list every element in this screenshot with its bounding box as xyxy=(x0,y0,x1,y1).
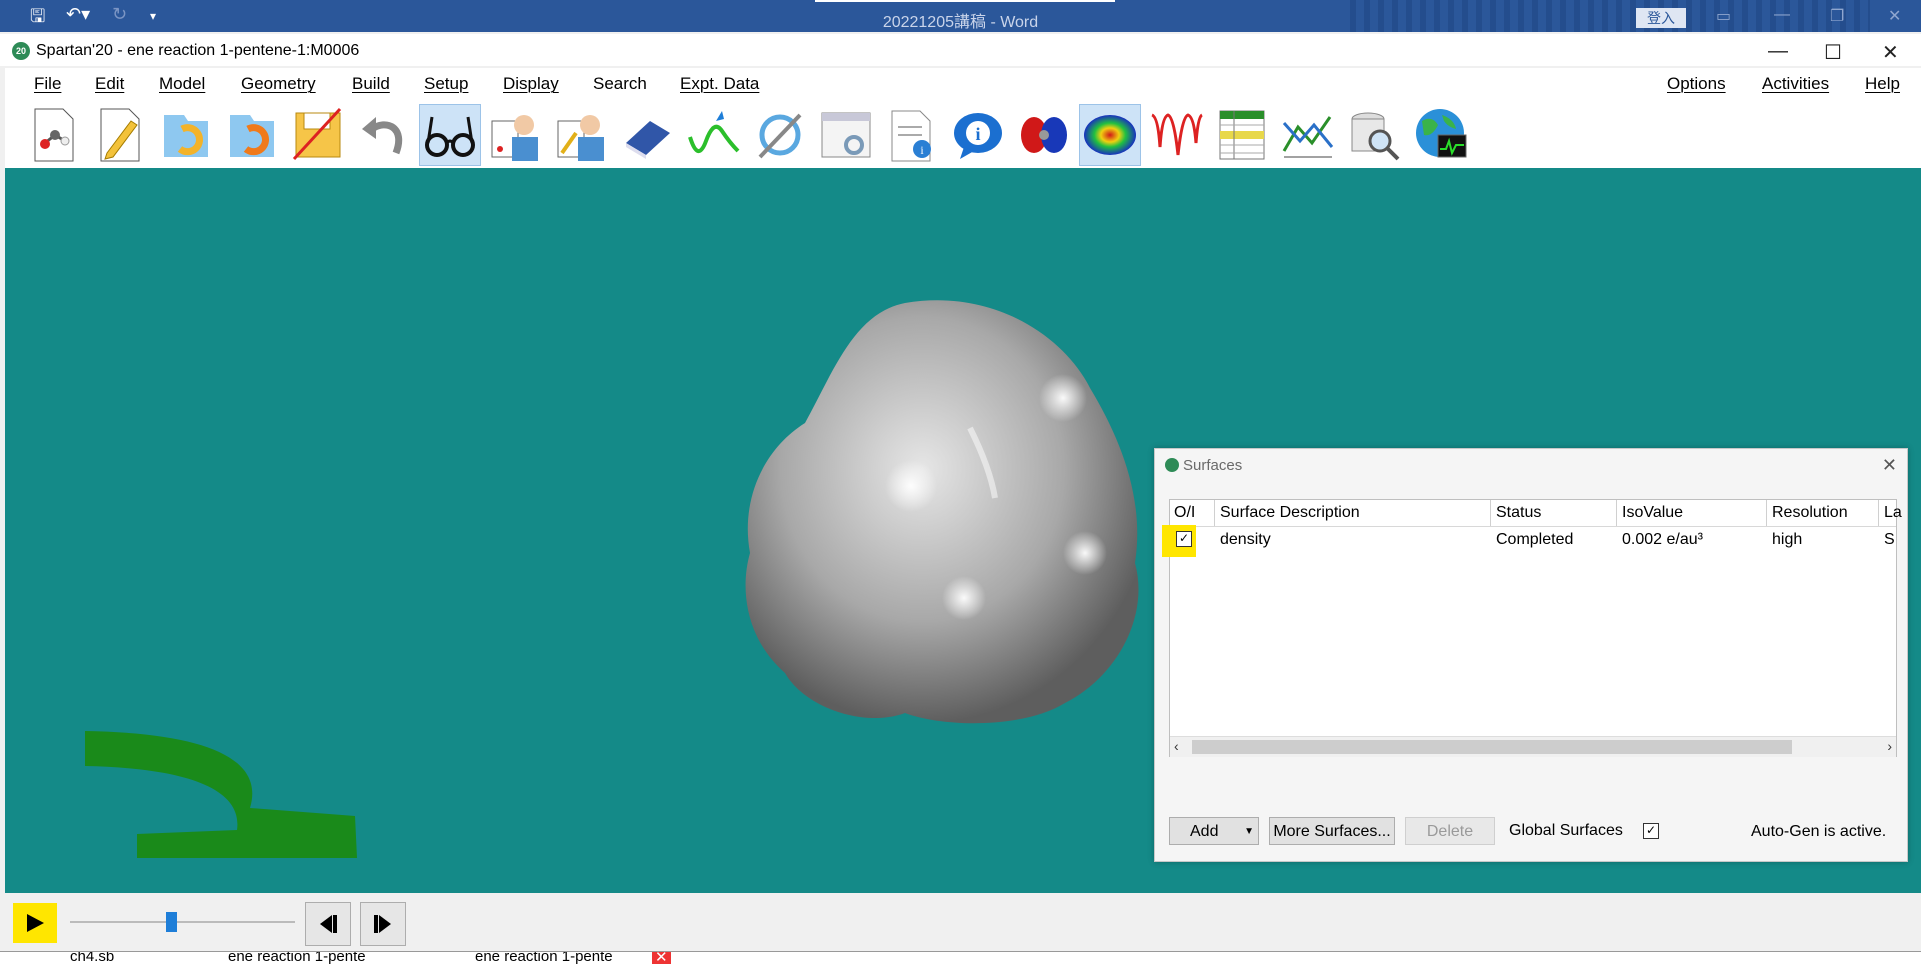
surfaces-table: O/I Surface Description Status IsoValue … xyxy=(1162,499,1902,757)
spreadsheet-icon[interactable] xyxy=(1211,104,1273,166)
surfaces-icon[interactable] xyxy=(1079,104,1141,166)
word-close-icon[interactable]: ✕ xyxy=(1888,6,1901,26)
save-icon[interactable] xyxy=(287,104,349,166)
web-globe-icon[interactable] xyxy=(1409,104,1471,166)
surface-description: density xyxy=(1220,531,1271,548)
menu-build[interactable]: Build xyxy=(352,74,390,94)
document-tabs: ch4.sb ene reaction 1-pente ene reaction… xyxy=(0,951,1921,964)
col-resolution[interactable]: Resolution xyxy=(1772,504,1848,522)
recent-folder-icon[interactable] xyxy=(221,104,283,166)
delete-button[interactable]: Delete xyxy=(1405,817,1495,845)
scrollbar-thumb[interactable] xyxy=(1192,740,1792,754)
horizontal-scrollbar[interactable]: ‹ › xyxy=(1170,736,1896,757)
table-row[interactable]: ✓ density Completed 0.002 e/au³ high S xyxy=(1162,525,1896,557)
col-la[interactable]: La xyxy=(1884,504,1902,522)
play-button[interactable] xyxy=(13,903,57,943)
surface-status: Completed xyxy=(1496,531,1574,548)
word-title-bar: 🖫 ↶▾ ↻ ▾ 20221205講稿 - Word 登入 ▭ — ❐ ✕ xyxy=(0,0,1921,32)
menu-geometry[interactable]: Geometry xyxy=(241,74,316,94)
toolbar: i i xyxy=(5,100,1921,169)
surface-la: S xyxy=(1884,531,1895,548)
surfaces-dialog: Surfaces ✕ O/I Surface Description Statu… xyxy=(1154,448,1908,862)
menu-help[interactable]: Help xyxy=(1865,74,1900,94)
chevron-down-icon[interactable]: ▼ xyxy=(1244,818,1254,846)
spartan-logo-icon xyxy=(1165,458,1179,472)
tab-ene-reaction-2[interactable]: ene reaction 1-pente xyxy=(475,952,613,964)
col-oi[interactable]: O/I xyxy=(1174,504,1195,522)
annotation-2-marker xyxy=(85,731,357,858)
svg-text:i: i xyxy=(975,124,980,144)
surfaces-close-icon[interactable]: ✕ xyxy=(1882,455,1897,476)
auto-gen-status: Auto-Gen is active. xyxy=(1751,823,1887,840)
undo-icon[interactable] xyxy=(353,104,415,166)
word-document-title: 20221205講稿 - Word xyxy=(882,14,1039,31)
global-surfaces-checkbox[interactable]: ✓ xyxy=(1643,823,1659,839)
scroll-right-icon[interactable]: › xyxy=(1887,738,1892,754)
new-molecule-icon[interactable] xyxy=(23,104,85,166)
surface-resolution: high xyxy=(1772,531,1803,548)
eraser-icon[interactable] xyxy=(617,104,679,166)
energy-profile-icon[interactable] xyxy=(683,104,745,166)
plots-icon[interactable] xyxy=(1277,104,1339,166)
col-description[interactable]: Surface Description xyxy=(1220,504,1360,522)
maximize-icon[interactable]: ☐ xyxy=(1824,40,1842,65)
surfaces-table-header: O/I Surface Description Status IsoValue … xyxy=(1170,500,1902,527)
scroll-left-icon[interactable]: ‹ xyxy=(1174,738,1179,754)
col-status[interactable]: Status xyxy=(1496,504,1541,522)
title-accent-line xyxy=(815,0,1115,2)
edit-icon[interactable] xyxy=(89,104,151,166)
menu-options[interactable]: Options xyxy=(1667,74,1726,94)
open-folder-icon[interactable] xyxy=(155,104,217,166)
menu-activities[interactable]: Activities xyxy=(1762,74,1829,94)
menu-model[interactable]: Model xyxy=(159,74,205,94)
info-icon[interactable]: i xyxy=(947,104,1009,166)
close-icon[interactable]: ✕ xyxy=(1882,40,1899,65)
play-icon xyxy=(27,914,44,932)
menu-display[interactable]: Display xyxy=(503,74,559,94)
word-restore-icon[interactable]: ❐ xyxy=(1830,6,1844,26)
menu-edit[interactable]: Edit xyxy=(95,74,124,94)
step-forward-icon xyxy=(374,915,391,933)
spectra-icon[interactable] xyxy=(1145,104,1207,166)
global-surfaces-label: Global Surfaces xyxy=(1509,822,1623,839)
menu-expt-data[interactable]: Expt. Data xyxy=(680,74,759,94)
surfaces-title-text: Surfaces xyxy=(1183,457,1243,474)
app-title: Spartan'20 - ene reaction 1-pentene-1:M0… xyxy=(36,42,360,59)
add-button-label: Add xyxy=(1190,823,1219,840)
database-search-icon[interactable] xyxy=(1343,104,1405,166)
surfaces-dialog-title: Surfaces xyxy=(1165,457,1242,474)
add-button[interactable]: Add ▼ xyxy=(1169,817,1259,845)
menu-bar: File Edit Model Geometry Build Setup Dis… xyxy=(5,68,1921,100)
menu-setup[interactable]: Setup xyxy=(424,74,468,94)
tab-ch4[interactable]: ch4.sb xyxy=(70,952,114,964)
calculations-icon[interactable] xyxy=(485,104,547,166)
surface-visible-checkbox[interactable]: ✓ xyxy=(1176,531,1192,547)
col-isovalue[interactable]: IsoValue xyxy=(1622,504,1683,522)
properties-window-icon[interactable] xyxy=(815,104,877,166)
previous-frame-button[interactable] xyxy=(305,902,351,946)
word-minimize-icon[interactable]: — xyxy=(1774,6,1790,24)
document-info-icon[interactable]: i xyxy=(881,104,943,166)
ribbon-options-icon[interactable]: ▭ xyxy=(1716,6,1731,26)
app-title-bar: 20 Spartan'20 - ene reaction 1-pentene-1… xyxy=(0,34,1921,66)
sign-in-button[interactable]: 登入 xyxy=(1636,8,1686,28)
menu-search[interactable]: Search xyxy=(593,74,647,94)
spartan-logo-icon: 20 xyxy=(12,42,30,60)
minimize-icon[interactable]: — xyxy=(1768,40,1788,63)
orbitals-icon[interactable] xyxy=(1013,104,1075,166)
frame-slider-track[interactable] xyxy=(70,921,295,923)
view-glasses-icon[interactable] xyxy=(419,104,481,166)
animation-bar xyxy=(5,893,1921,951)
frame-slider-thumb[interactable] xyxy=(165,912,177,932)
tab-close-icon[interactable]: ✕ xyxy=(652,952,671,964)
menu-file[interactable]: File xyxy=(34,74,61,94)
rotate-icon[interactable] xyxy=(749,104,811,166)
next-frame-button[interactable] xyxy=(360,902,406,946)
edit-calculations-icon[interactable] xyxy=(551,104,613,166)
more-surfaces-button[interactable]: More Surfaces... xyxy=(1269,817,1395,845)
surface-isovalue: 0.002 e/au³ xyxy=(1622,531,1703,548)
step-back-icon xyxy=(320,915,337,933)
tab-ene-reaction-1[interactable]: ene reaction 1-pente xyxy=(228,952,366,964)
